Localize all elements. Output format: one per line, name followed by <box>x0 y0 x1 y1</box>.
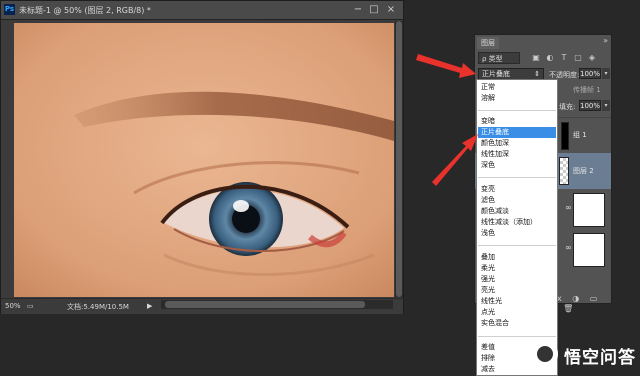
maximize-button[interactable]: □ <box>367 3 381 17</box>
menu-item[interactable]: 强光 <box>478 274 556 285</box>
annotation-arrow-top <box>416 54 476 78</box>
fill-label: 填充: <box>559 103 576 111</box>
menu-divider <box>478 245 556 246</box>
menu-item[interactable]: 线性光 <box>478 296 556 307</box>
shape-filter-icon[interactable]: ▢ <box>573 53 583 63</box>
menu-item[interactable]: 线性加深 <box>478 149 556 160</box>
menu-item[interactable]: 线性减淡（添加） <box>478 217 556 228</box>
vertical-scroll-thumb[interactable] <box>396 21 402 297</box>
menu-item[interactable]: 变暗 <box>478 116 556 127</box>
menu-item-selected[interactable]: 正片叠底 <box>478 127 556 138</box>
status-menu-icon[interactable]: ▭ <box>27 302 34 310</box>
opacity-field[interactable]: 100% <box>579 68 601 79</box>
menu-item[interactable]: 正常 <box>478 82 556 93</box>
menu-item[interactable]: 实色混合 <box>478 318 556 329</box>
horizontal-scrollbar[interactable] <box>161 300 393 309</box>
menu-item[interactable]: 颜色加深 <box>478 138 556 149</box>
link-icon: ∞ <box>565 243 572 252</box>
watermark-text: 悟空问答 <box>564 348 636 368</box>
menu-divider <box>478 177 556 178</box>
menu-item[interactable]: 变亮 <box>478 184 556 195</box>
eye-photo <box>14 23 394 297</box>
layer-name: 组 1 <box>573 131 587 139</box>
image-canvas[interactable] <box>14 23 394 297</box>
layer-mask-thumbnail <box>573 233 605 267</box>
annotation-arrow-bottom <box>432 134 478 186</box>
menu-divider <box>478 110 556 111</box>
horizontal-scroll-thumb[interactable] <box>165 301 365 308</box>
propagate-frame-label[interactable]: 传播帧 1 <box>573 85 601 95</box>
text-filter-icon[interactable]: T <box>559 53 569 63</box>
menu-divider <box>478 336 556 337</box>
watermark: 悟空问答 <box>532 339 638 371</box>
menu-item[interactable]: 颜色减淡 <box>478 206 556 217</box>
wukong-logo-icon <box>532 341 558 367</box>
menu-item[interactable]: 滤色 <box>478 195 556 206</box>
document-titlebar[interactable]: Ps 未标题-1 @ 50% (图层 2, RGB/8) * − □ × <box>1 1 403 20</box>
fill-dropdown-icon[interactable]: ▾ <box>602 100 610 111</box>
layer-mask-thumbnail <box>573 193 605 227</box>
menu-item[interactable]: 点光 <box>478 307 556 318</box>
smart-filter-icon[interactable]: ◈ <box>587 53 597 63</box>
tab-layers[interactable]: 图层 <box>477 37 499 49</box>
minimize-button[interactable]: − <box>351 3 365 17</box>
fill-field[interactable]: 100% <box>579 100 601 111</box>
document-window: Ps 未标题-1 @ 50% (图层 2, RGB/8) * − □ × 50%… <box>0 0 404 314</box>
doc-info: 文档:5.49M/10.5M <box>67 303 129 311</box>
menu-item[interactable]: 柔光 <box>478 263 556 274</box>
menu-item[interactable]: 浅色 <box>478 228 556 239</box>
link-icon: ∞ <box>565 203 572 212</box>
layer-filter-select[interactable]: ρ 类型 <box>478 52 520 64</box>
close-button[interactable]: × <box>384 3 398 17</box>
layer-thumbnail <box>561 122 569 150</box>
photoshop-logo-icon: Ps <box>4 4 15 15</box>
zoom-level[interactable]: 50% <box>5 302 21 310</box>
image-filter-icon[interactable]: ▣ <box>531 53 541 63</box>
adjust-filter-icon[interactable]: ◐ <box>545 53 555 63</box>
vertical-scrollbar[interactable] <box>395 21 403 297</box>
blend-mode-value: 正片叠底 <box>482 70 510 78</box>
status-arrow-icon[interactable]: ▶ <box>147 302 152 310</box>
menu-item[interactable]: 叠加 <box>478 252 556 263</box>
menu-item[interactable]: 深色 <box>478 160 556 171</box>
opacity-dropdown-icon[interactable]: ▾ <box>602 68 610 79</box>
document-title: 未标题-1 @ 50% (图层 2, RGB/8) * <box>19 6 151 15</box>
panel-collapse-icon[interactable]: » <box>603 36 608 45</box>
blend-mode-menu: 正常 溶解 变暗 正片叠底 颜色加深 线性加深 深色 变亮 滤色 颜色减淡 线性… <box>476 79 558 376</box>
menu-item[interactable]: 亮光 <box>478 285 556 296</box>
layer-thumbnail <box>559 157 569 185</box>
menu-item[interactable]: 溶解 <box>478 93 556 104</box>
layer-name: 图层 2 <box>573 167 594 175</box>
